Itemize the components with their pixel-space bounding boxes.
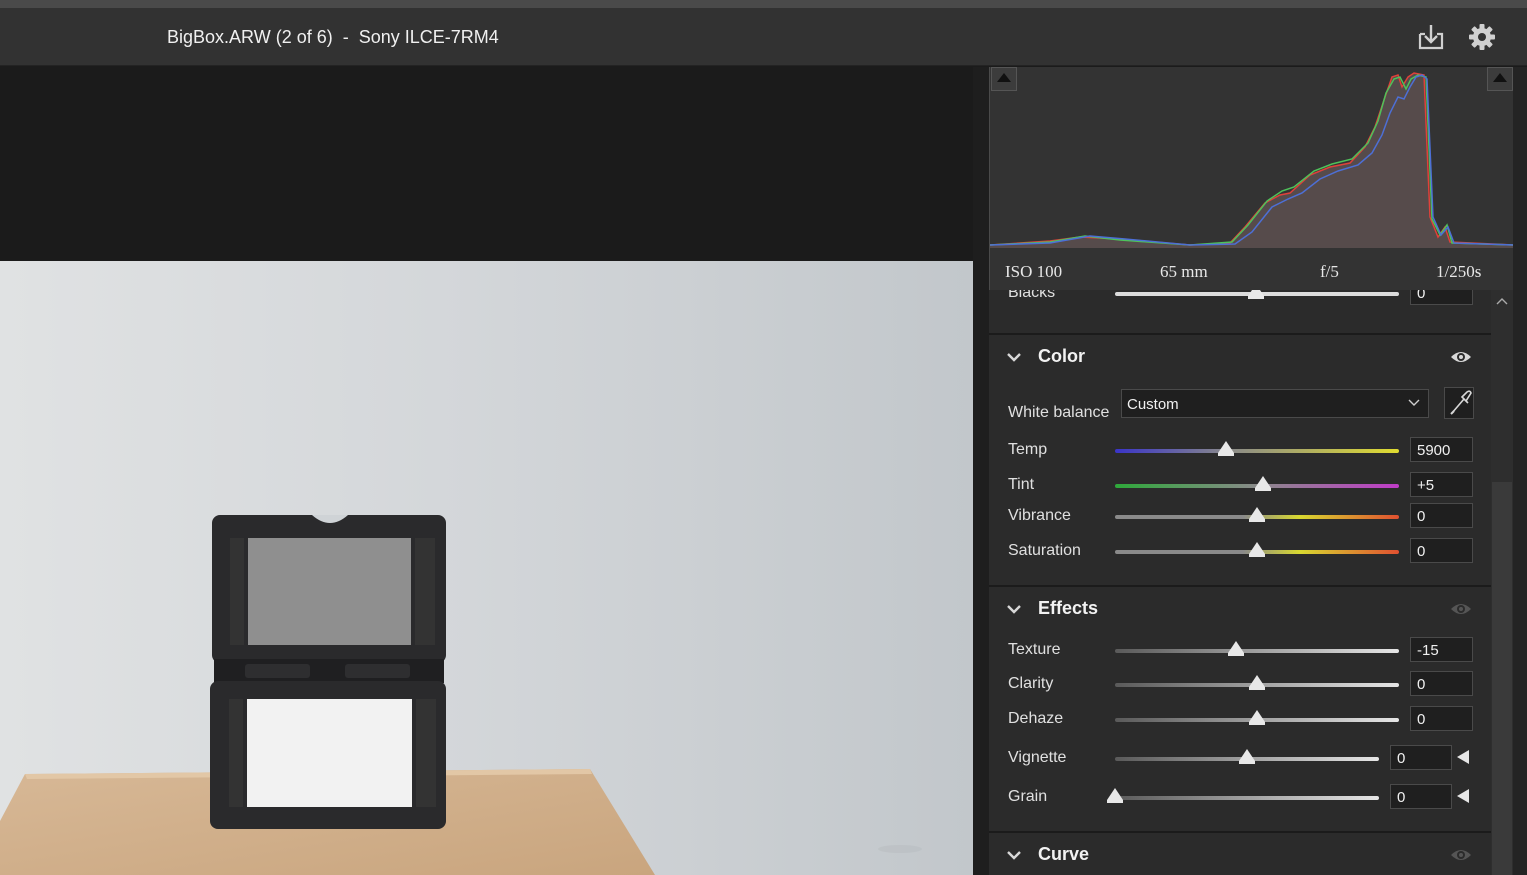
effects-section-header[interactable]: Effects [989,587,1491,633]
eye-icon[interactable] [1450,847,1472,863]
eyedropper-icon[interactable] [1444,387,1474,419]
scroll-up-icon[interactable] [1496,296,1508,308]
clarity-value[interactable]: 0 [1410,671,1473,696]
eye-icon[interactable] [1450,601,1472,617]
curve-section-title: Curve [1038,844,1090,864]
light-section-partial: Blacks 0 [989,290,1491,334]
chevron-down-icon [1408,399,1420,406]
chevron-down-icon[interactable] [1006,847,1022,863]
chevron-down-icon[interactable] [1006,601,1022,617]
effects-section: Effects Texture -15 Clarity 0 Dehaze 0 V… [989,585,1491,831]
grain-expand-icon[interactable] [1457,789,1469,803]
white-balance-label: White balance [1008,404,1110,421]
saturation-slider-thumb[interactable] [1249,542,1265,557]
dehaze-label: Dehaze [1008,710,1064,727]
vibrance-value[interactable]: 0 [1410,503,1473,528]
download-icon[interactable] [1416,22,1446,52]
white-balance-dropdown[interactable]: Custom [1121,389,1429,418]
white-balance-value: Custom [1127,396,1179,413]
vignette-value[interactable]: 0 [1390,745,1452,770]
saturation-value[interactable]: 0 [1410,538,1473,563]
right-edge-strip [1513,67,1527,875]
temp-value[interactable]: 5900 [1410,437,1473,462]
window-top-strip [0,0,1527,8]
scrollbar-thumb[interactable] [1492,482,1512,875]
vibrance-label: Vibrance [1008,507,1071,524]
texture-slider-thumb[interactable] [1227,641,1244,656]
exif-aperture: f/5 [1320,262,1339,281]
photo-preview[interactable] [0,261,973,875]
saturation-label: Saturation [1008,542,1081,559]
vibrance-slider-thumb[interactable] [1249,507,1265,522]
eye-icon[interactable] [1450,349,1472,365]
tint-value[interactable]: +5 [1410,472,1473,497]
blacks-label: Blacks [1008,290,1056,301]
shadow-clipping-toggle[interactable] [991,67,1017,91]
exif-iso: ISO 100 [1005,262,1063,281]
texture-slider-track[interactable] [1115,649,1399,653]
texture-label: Texture [1008,641,1061,658]
panel-divider[interactable] [973,67,989,875]
chevron-down-icon[interactable] [1006,349,1022,365]
adjustments-scroll-area[interactable]: Blacks 0 Color White balance Custom Temp… [989,290,1491,875]
temp-label: Temp [1008,441,1048,458]
highlight-clipping-toggle[interactable] [1487,67,1513,91]
temp-slider-track[interactable] [1115,449,1399,453]
color-section-header[interactable]: Color [989,335,1491,381]
curve-section-header[interactable]: Curve [989,833,1491,875]
title-bar: BigBox.ARW (2 of 6) - Sony ILCE-7RM4 [0,8,1527,66]
tint-label: Tint [1008,476,1035,493]
color-section-title: Color [1038,346,1085,366]
gear-icon[interactable] [1467,22,1497,52]
blacks-slider-thumb[interactable] [1248,290,1264,299]
dehaze-value[interactable]: 0 [1410,706,1473,731]
grain-label: Grain [1008,788,1048,805]
exif-info-bar: ISO 100 65 mm f/5 1/250s [989,248,1513,290]
vignette-expand-icon[interactable] [1457,750,1469,764]
exif-shutter-speed: 1/250s [1436,262,1482,281]
tint-slider-thumb[interactable] [1254,476,1271,491]
vignette-slider-thumb[interactable] [1239,749,1255,764]
grain-slider-track[interactable] [1115,796,1379,800]
clarity-label: Clarity [1008,675,1054,692]
curve-section: Curve [989,831,1491,875]
color-section: Color White balance Custom Temp 5900 Tin… [989,333,1491,585]
clarity-slider-thumb[interactable] [1249,675,1265,690]
vignette-label: Vignette [1008,749,1067,766]
histogram [989,67,1514,248]
grain-value[interactable]: 0 [1390,784,1452,809]
dehaze-slider-thumb[interactable] [1249,710,1265,725]
temp-slider-thumb[interactable] [1217,441,1234,456]
exif-focal-length: 65 mm [1160,262,1208,281]
image-viewer[interactable] [0,67,973,875]
file-title: BigBox.ARW (2 of 6) - Sony ILCE-7RM4 [167,27,499,47]
texture-value[interactable]: -15 [1410,637,1473,662]
blacks-value[interactable]: 0 [1410,290,1473,305]
grain-slider-thumb[interactable] [1107,788,1123,803]
effects-section-title: Effects [1038,598,1099,618]
